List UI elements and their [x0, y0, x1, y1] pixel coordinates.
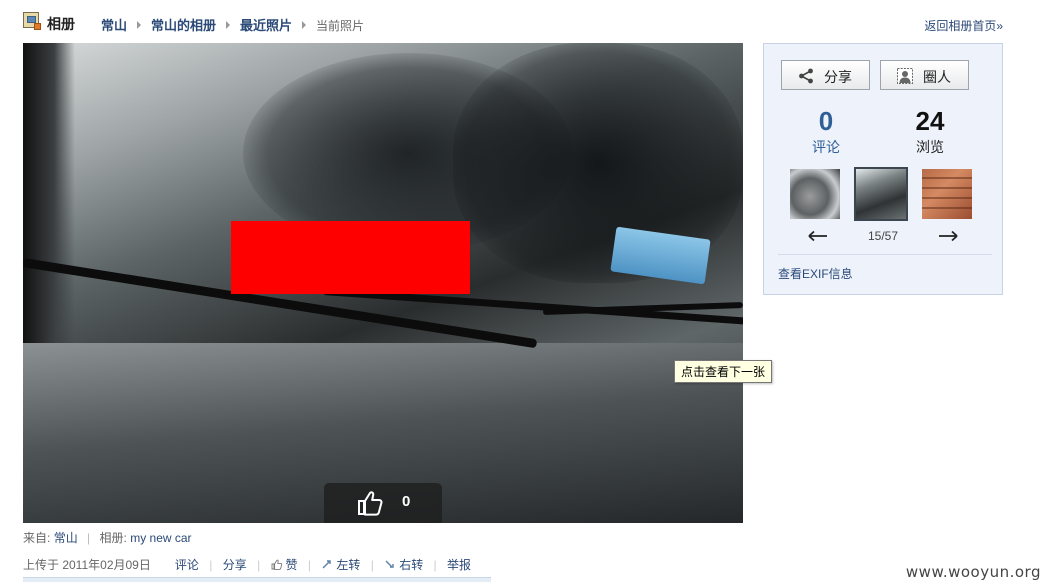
view-exif-link[interactable]: 查看EXIF信息	[778, 265, 853, 282]
comment-area-edge	[23, 577, 491, 582]
breadcrumb-separator-icon	[302, 21, 307, 29]
breadcrumb-current: 当前照片	[316, 19, 365, 33]
breadcrumb-albums[interactable]: 常山的相册	[151, 18, 216, 33]
share-link[interactable]: 分享	[223, 558, 247, 572]
current-photo-thumbnail	[854, 167, 908, 221]
from-label: 来自:	[23, 531, 51, 545]
previous-photo-thumbnail[interactable]	[790, 169, 840, 219]
tag-people-button[interactable]: 圈人	[880, 60, 969, 90]
comment-link[interactable]: 评论	[175, 558, 199, 572]
breadcrumb-separator-icon	[226, 21, 231, 29]
like-link[interactable]: 赞	[271, 558, 298, 572]
rotate-left-label: 左转	[336, 558, 361, 572]
comments-count: 0	[818, 106, 834, 136]
rotate-right-label: 右转	[399, 558, 424, 572]
like-bar[interactable]: 0	[324, 483, 442, 523]
photo-position-counter: 15/57	[867, 229, 899, 243]
like-link-label: 赞	[285, 558, 298, 572]
share-button-label: 分享	[824, 69, 852, 85]
views-label: 浏览	[916, 139, 944, 155]
person-icon	[897, 68, 913, 84]
upload-date: 上传于 2011年02月09日	[23, 558, 151, 572]
views-count: 24	[915, 106, 945, 136]
album-icon	[23, 12, 41, 30]
share-icon	[799, 68, 813, 84]
next-photo-tooltip: 点击查看下一张	[674, 360, 773, 383]
next-photo-thumbnail[interactable]	[922, 169, 972, 219]
tag-people-button-label: 圈人	[923, 69, 951, 85]
comments-label: 评论	[812, 139, 840, 155]
like-count: 0	[402, 493, 411, 510]
breadcrumb-recent-photos[interactable]: 最近照片	[240, 18, 292, 33]
photo-sidebar: 分享 圈人 0 评论 24 浏览 15/57 查看EXIF信息	[763, 43, 1003, 295]
page-title: 相册	[47, 16, 75, 32]
breadcrumb: 常山 常山的相册 最近照片 当前照片	[101, 15, 364, 34]
back-to-album-home-link[interactable]: 返回相册首页»	[924, 17, 1003, 34]
rotate-right-link[interactable]: 右转	[384, 558, 423, 572]
album-label: 相册:	[99, 531, 127, 545]
breadcrumb-separator-icon	[137, 21, 142, 29]
thumbs-up-icon	[271, 559, 282, 570]
photo-source-info: 来自: 常山 | 相册: my new car	[23, 531, 192, 545]
rotate-right-icon	[385, 560, 394, 568]
breadcrumb-user[interactable]: 常山	[101, 18, 127, 33]
arrow-right-icon[interactable]	[937, 228, 959, 244]
watermark: www.wooyun.org	[905, 563, 1041, 581]
from-user-link[interactable]: 常山	[54, 531, 78, 545]
views-stat: 24 浏览	[890, 106, 970, 156]
redaction-box	[231, 221, 470, 294]
album-name-link[interactable]: my new car	[130, 531, 191, 545]
rotate-left-icon	[322, 560, 332, 569]
share-button[interactable]: 分享	[781, 60, 870, 90]
rotate-left-link[interactable]: 左转	[321, 558, 360, 572]
sidebar-divider	[778, 254, 992, 255]
report-link[interactable]: 举报	[447, 558, 471, 572]
page-header: 相册 常山 常山的相册 最近照片 当前照片 返回相册首页»	[23, 12, 1003, 34]
comments-stat[interactable]: 0 评论	[786, 106, 866, 156]
thumbs-up-icon[interactable]	[356, 489, 384, 517]
arrow-left-icon[interactable]	[807, 228, 829, 244]
photo-action-bar: 上传于 2011年02月09日 评论 | 分享 | 赞 | 左转 | 右转 | …	[23, 558, 472, 572]
main-photo[interactable]: 0	[23, 43, 743, 523]
